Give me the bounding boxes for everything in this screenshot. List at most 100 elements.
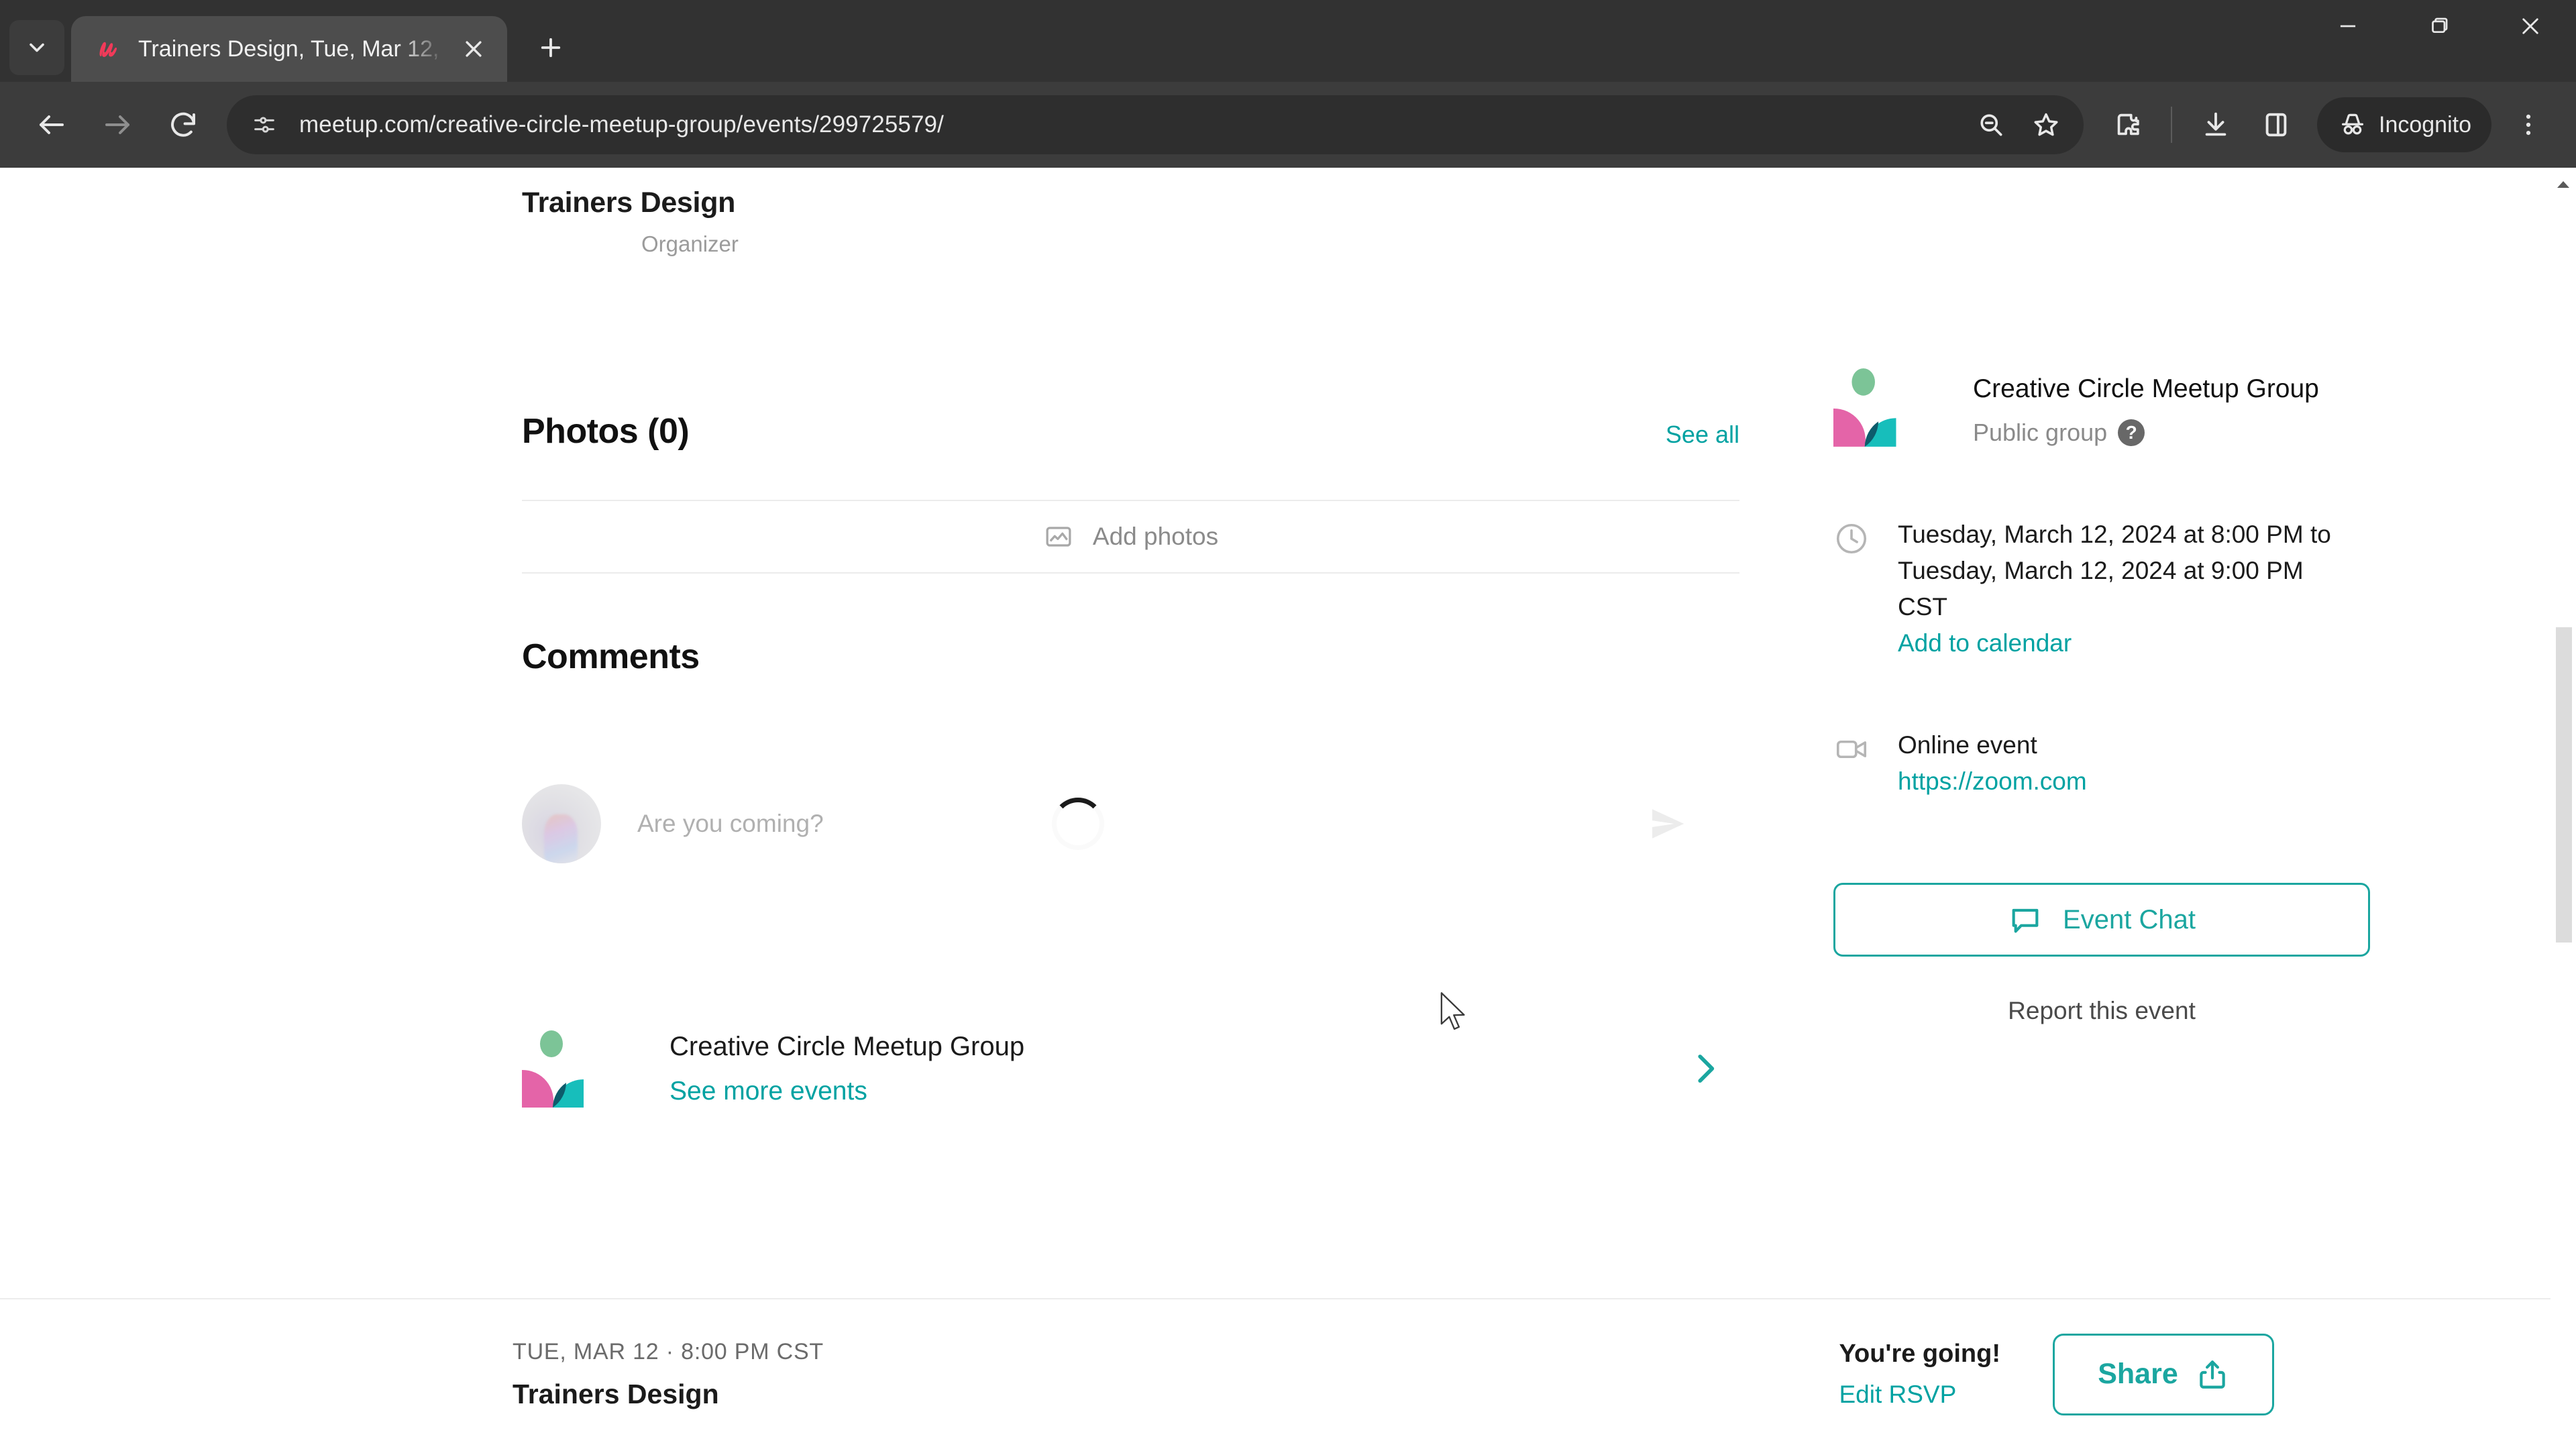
add-photos-label: Add photos	[1092, 523, 1219, 550]
incognito-label: Incognito	[2379, 111, 2471, 138]
bottom-bar-title: Trainers Design	[513, 1378, 719, 1409]
event-location-body: Online event https://zoom.com	[1898, 727, 2087, 796]
meetup-favicon-glyph	[99, 42, 117, 57]
page-scrollbar[interactable]	[2551, 168, 2576, 1449]
url-text: meetup.com/creative-circle-meetup-group/…	[299, 111, 944, 138]
share-label: Share	[2098, 1358, 2178, 1390]
chrome-menu-button[interactable]	[2500, 96, 2557, 154]
help-icon[interactable]: ?	[2118, 419, 2145, 446]
group-card-text: Creative Circle Meetup Group See more ev…	[669, 1032, 1684, 1106]
maximize-button[interactable]	[2394, 0, 2485, 52]
event-chat-label: Event Chat	[2063, 904, 2196, 934]
back-button[interactable]	[19, 92, 85, 158]
rsvp-block: You're going! Edit RSVP	[1839, 1340, 2000, 1409]
sidebar-group-text: Creative Circle Meetup Group Public grou…	[1973, 368, 2319, 447]
event-location: Online event	[1898, 731, 2037, 759]
arrow-right-icon	[105, 115, 129, 134]
extensions-icon	[2117, 113, 2139, 136]
sidebar-group-header[interactable]: Creative Circle Meetup Group Public grou…	[1833, 368, 2370, 447]
edit-rsvp-link[interactable]: Edit RSVP	[1839, 1381, 2000, 1409]
scrollbar-thumb[interactable]	[2556, 627, 2572, 943]
bookmark-button[interactable]	[2022, 101, 2070, 149]
scroll-up-button[interactable]	[2551, 173, 2576, 196]
loading-spinner	[1052, 798, 1104, 850]
organizer-name: Trainers Design	[522, 186, 736, 219]
event-chat-button[interactable]: Event Chat	[1833, 883, 2370, 957]
bottom-bar-left: TUE, MAR 12 · 8:00 PM CST Trainers Desig…	[256, 1339, 1839, 1410]
send-icon[interactable]	[1648, 804, 1687, 843]
forward-button[interactable]	[85, 92, 150, 158]
content-wrapper: Trainers Design Organizer Photos (0) See…	[266, 168, 2370, 1108]
side-panel-icon	[2265, 113, 2287, 137]
page-content: Trainers Design Organizer Photos (0) See…	[0, 168, 2551, 1449]
see-more-events-link[interactable]: See more events	[669, 1077, 1684, 1106]
photos-see-all-link[interactable]: See all	[1666, 421, 1739, 449]
more-vertical-icon	[2526, 114, 2531, 136]
share-icon	[2200, 1360, 2225, 1389]
organizer-role: Organizer	[641, 231, 739, 256]
extensions-button[interactable]	[2098, 96, 2156, 154]
share-button[interactable]: Share	[2053, 1333, 2274, 1415]
window-controls	[2302, 0, 2576, 82]
sidebar-group-privacy-row: Public group ?	[1973, 419, 2319, 447]
close-window-button[interactable]	[2485, 0, 2576, 52]
new-tab-button[interactable]	[525, 21, 577, 74]
minimize-button[interactable]	[2302, 0, 2394, 52]
user-avatar	[522, 784, 601, 863]
incognito-icon	[2341, 113, 2364, 135]
tab-close-button[interactable]	[455, 30, 492, 68]
address-bar[interactable]: meetup.com/creative-circle-meetup-group/…	[227, 95, 2084, 154]
image-icon	[1046, 527, 1071, 547]
tab-search-button[interactable]	[9, 20, 64, 75]
arrow-left-icon	[40, 115, 64, 134]
mouse-cursor	[1440, 992, 1465, 1030]
page-viewport: Trainers Design Organizer Photos (0) See…	[0, 168, 2576, 1449]
side-panel-button[interactable]	[2247, 96, 2305, 154]
lens-search-button[interactable]	[1967, 101, 2015, 149]
chat-bubble-icon	[2012, 908, 2039, 933]
comments-section: Comments Are you coming?	[522, 637, 1739, 863]
omnibox-actions	[1967, 101, 2070, 149]
report-event-link[interactable]: Report this event	[1833, 997, 2370, 1025]
video-camera-icon	[1836, 740, 1867, 759]
clock-icon	[1836, 523, 1867, 554]
reload-button[interactable]	[150, 92, 216, 158]
group-card[interactable]: Creative Circle Meetup Group See more ev…	[522, 1030, 1739, 1108]
browser-window: Trainers Design, Tue, Mar 12, 20 meetup.…	[0, 0, 2576, 1449]
browser-toolbar: meetup.com/creative-circle-meetup-group/…	[0, 82, 2576, 168]
plus-icon	[541, 38, 561, 58]
restore-icon	[2432, 17, 2448, 34]
bottom-bar-right: You're going! Edit RSVP Share	[1839, 1333, 2551, 1415]
download-icon	[2205, 112, 2226, 136]
event-location-link[interactable]: https://zoom.com	[1898, 767, 2087, 796]
downloads-button[interactable]	[2187, 96, 2245, 154]
group-card-title: Creative Circle Meetup Group	[669, 1031, 1025, 1061]
caret-up-icon	[2557, 181, 2569, 188]
bottom-bar-date: TUE, MAR 12 · 8:00 PM CST	[513, 1338, 824, 1364]
add-photos-button[interactable]: Add photos	[522, 500, 1739, 574]
photos-section: Photos (0) See all Add photos	[522, 411, 1739, 574]
chevron-right-icon[interactable]	[1684, 1048, 1726, 1089]
star-icon	[2034, 113, 2058, 136]
event-datetime: Tuesday, March 12, 2024 at 8:00 PM to Tu…	[1898, 521, 2331, 621]
photos-header: Photos (0) See all	[522, 411, 1739, 451]
tab-title: Trainers Design, Tue, Mar 12, 20	[138, 36, 447, 62]
rsvp-status: You're going!	[1839, 1340, 2000, 1368]
add-to-calendar-link[interactable]: Add to calendar	[1898, 629, 2354, 657]
comment-input[interactable]: Are you coming?	[637, 810, 1739, 838]
incognito-indicator[interactable]: Incognito	[2317, 97, 2491, 152]
meetup-favicon	[94, 35, 122, 63]
tab-strip: Trainers Design, Tue, Mar 12, 20	[0, 0, 2576, 82]
browser-tab[interactable]: Trainers Design, Tue, Mar 12, 20	[71, 16, 507, 82]
bottom-bar-inner: TUE, MAR 12 · 8:00 PM CST Trainers Desig…	[0, 1333, 2551, 1415]
photos-title: Photos (0)	[522, 412, 690, 451]
event-bottom-bar: TUE, MAR 12 · 8:00 PM CST Trainers Desig…	[0, 1298, 2551, 1449]
toolbar-right: Incognito	[2098, 96, 2557, 154]
creative-circle-logo	[522, 1030, 584, 1108]
event-sidebar: Creative Circle Meetup Group Public grou…	[1833, 168, 2370, 1108]
creative-circle-logo	[1833, 368, 1896, 447]
site-info-button[interactable]	[244, 105, 284, 145]
organizer-block: Trainers Design Organizer	[522, 168, 1739, 257]
event-datetime-row: Tuesday, March 12, 2024 at 8:00 PM to Tu…	[1833, 517, 2370, 657]
search-icon	[1980, 114, 2002, 136]
